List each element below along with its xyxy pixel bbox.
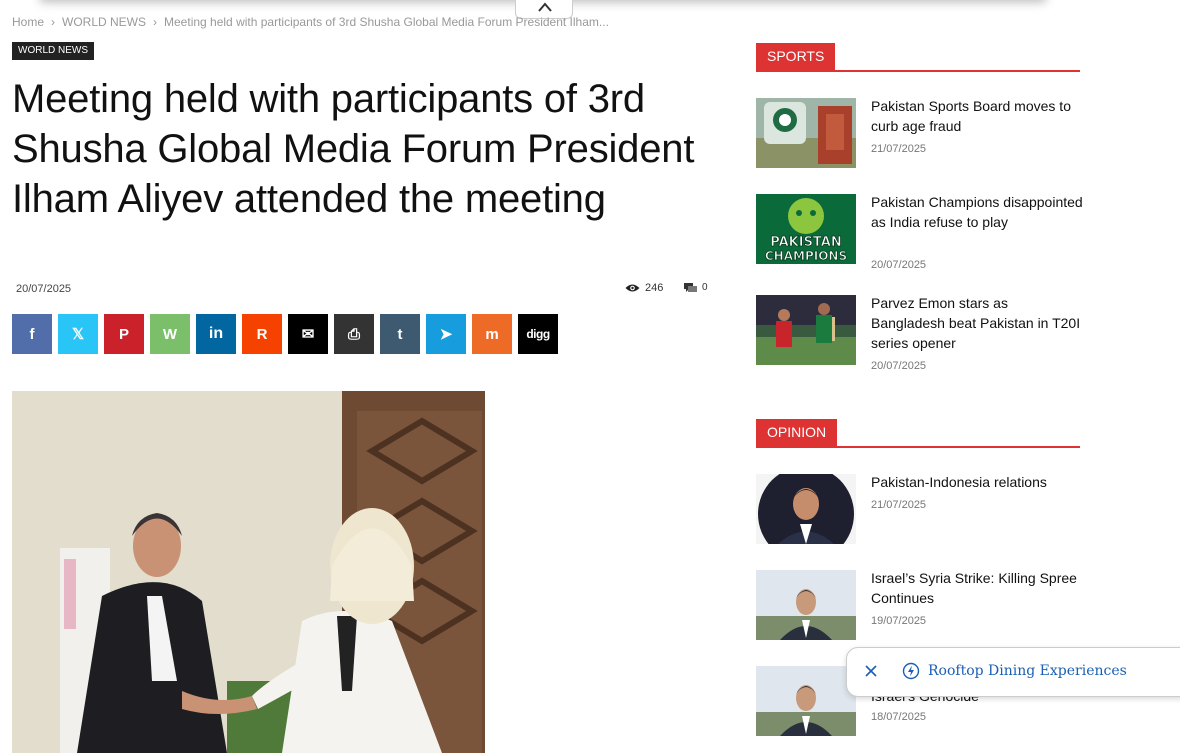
breadcrumb-category-link[interactable]: WORLD NEWS (62, 15, 146, 29)
sports-item-title[interactable]: Pakistan Champions disappointed as India… (871, 192, 1083, 232)
sports-item[interactable]: PAKISTAN CHAMPIONS Pakistan Champions di… (756, 192, 1083, 271)
popup-link-text[interactable]: Rooftop Dining Experiences (928, 663, 1127, 679)
reddit-icon: R (256, 325, 268, 343)
digg-share-button[interactable]: digg (518, 314, 558, 354)
sports-item-date: 21/07/2025 (871, 143, 927, 155)
share-buttons: f 𝕏 P Win R ✉ ⎙ t ➤ m digg (12, 314, 558, 354)
facebook-icon: f (29, 325, 35, 343)
email-icon: ✉ (301, 326, 315, 343)
mix-icon: m (485, 325, 499, 343)
thumb-text: CHAMPIONS (765, 249, 847, 263)
sports-section-header: SPORTS (756, 43, 1080, 72)
sports-item-thumbnail[interactable]: PAKISTAN CHAMPIONS (756, 194, 856, 264)
sports-item[interactable]: Parvez Emon stars as Bangladesh beat Pak… (756, 293, 1083, 372)
pinterest-share-button[interactable]: P (104, 314, 144, 354)
print-share-button[interactable]: ⎙ (334, 314, 374, 354)
article-photo (12, 391, 485, 753)
whatsapp-icon: W (162, 325, 178, 343)
opinion-section-header: OPINION (756, 419, 1080, 448)
tumblr-icon: t (397, 325, 403, 343)
opinion-item-title[interactable]: Israel’s Syria Strike: Killing Spree Con… (871, 568, 1083, 608)
facebook-share-button[interactable]: f (12, 314, 52, 354)
comment-count-value: 0 (702, 282, 708, 293)
breadcrumb-home-link[interactable]: Home (12, 15, 44, 29)
sports-item-date: 20/07/2025 (871, 259, 927, 271)
opinion-section-label[interactable]: OPINION (756, 419, 838, 446)
category-tag[interactable]: WORLD NEWS (12, 42, 94, 60)
sports-section-label[interactable]: SPORTS (756, 43, 836, 70)
sports-item-title[interactable]: Parvez Emon stars as Bangladesh beat Pak… (871, 293, 1083, 353)
opinion-item[interactable]: Israel’s Syria Strike: Killing Spree Con… (756, 570, 1080, 640)
sports-item-title[interactable]: Pakistan Sports Board moves to curb age … (871, 96, 1083, 136)
view-count: 246 (625, 282, 663, 294)
telegram-icon: ➤ (439, 326, 453, 343)
close-icon[interactable] (863, 663, 879, 679)
telegram-share-button[interactable]: ➤ (426, 314, 466, 354)
email-share-button[interactable]: ✉ (288, 314, 328, 354)
breadcrumb-separator: › (51, 15, 56, 29)
linkedin-share-button[interactable]: in (196, 314, 236, 354)
sports-item-date: 20/07/2025 (871, 360, 927, 372)
thumb-text: PAKISTAN (770, 235, 841, 250)
opinion-item-thumbnail[interactable] (756, 570, 856, 640)
mix-share-button[interactable]: m (472, 314, 512, 354)
opinion-item[interactable]: Pakistan-Indonesia relations 21/07/2025 (756, 474, 1080, 544)
tumblr-share-button[interactable]: t (380, 314, 420, 354)
opinion-item-date: 21/07/2025 (871, 499, 927, 511)
suggestion-popup[interactable]: Rooftop Dining Experiences (846, 647, 1180, 697)
opinion-item-title[interactable]: Pakistan-Indonesia relations (871, 472, 1083, 492)
sports-item-thumbnail[interactable] (756, 98, 856, 168)
reddit-share-button[interactable]: R (242, 314, 282, 354)
opinion-item-thumbnail[interactable] (756, 666, 856, 736)
sports-item[interactable]: Pakistan Sports Board moves to curb age … (756, 98, 1080, 168)
pinterest-icon: P (118, 325, 129, 343)
view-count-value: 246 (645, 282, 664, 294)
x-icon: 𝕏 (71, 326, 85, 343)
opinion-item-thumbnail[interactable] (756, 474, 856, 544)
lightning-icon (902, 662, 920, 680)
chevron-up-icon (538, 2, 552, 12)
eye-icon (625, 284, 640, 292)
article-title: Meeting held with participants of 3rd Sh… (12, 77, 695, 221)
breadcrumb: Home › WORLD NEWS › Meeting held with partic… (12, 15, 617, 29)
opinion-item-date: 18/07/2025 (871, 711, 927, 723)
print-icon: ⎙ (347, 325, 360, 343)
x-share-button[interactable]: 𝕏 (58, 314, 98, 354)
comment-count[interactable]: 0 (684, 282, 708, 293)
breadcrumb-separator: › (153, 15, 158, 29)
linkedin-icon: in (208, 325, 224, 342)
whatsapp-share-button[interactable]: W (150, 314, 190, 354)
sports-item-thumbnail[interactable] (756, 295, 856, 365)
comment-icon (684, 282, 697, 292)
opinion-item-date: 19/07/2025 (871, 615, 927, 627)
breadcrumb-current: Meeting held with participants of 3rd Sh… (164, 15, 609, 29)
digg-icon: digg (526, 327, 550, 341)
article-date: 20/07/2025 (16, 283, 72, 295)
